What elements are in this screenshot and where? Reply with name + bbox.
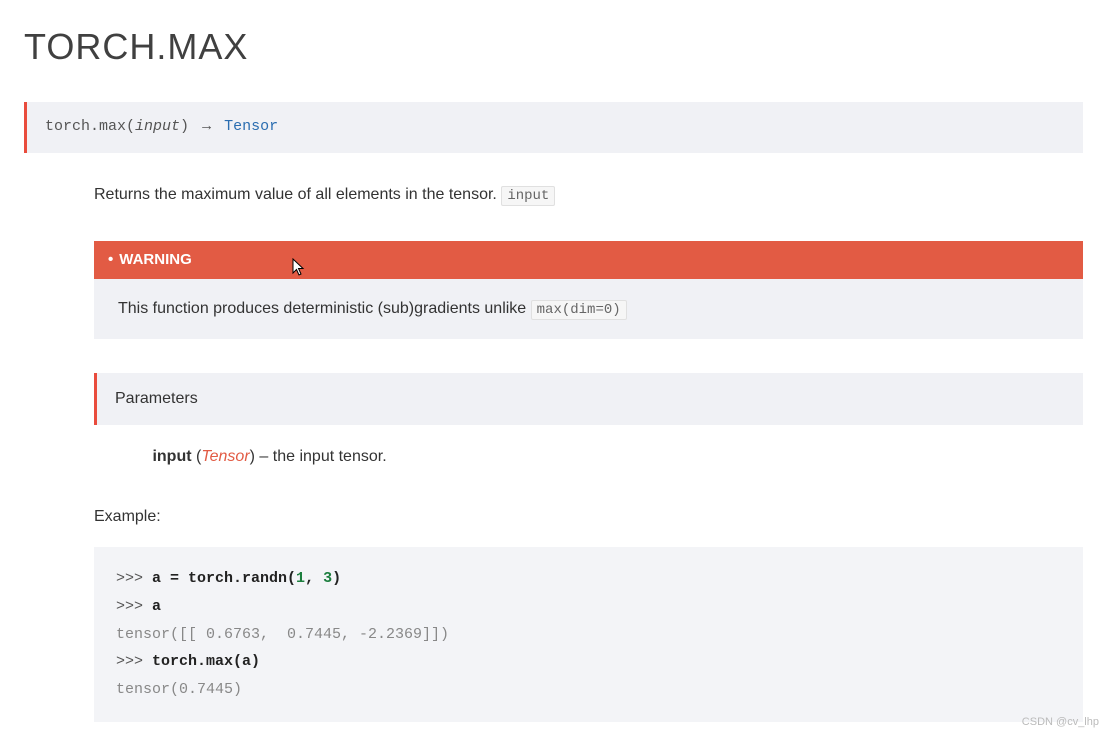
code-output: tensor([[ 0.6763, 0.7445, -2.2369]]) <box>116 626 449 643</box>
sig-func-name: torch.max <box>45 118 126 135</box>
code-prompt: >>> <box>116 598 152 615</box>
param-desc: – the input tensor. <box>255 448 387 465</box>
function-signature: torch.max(input) → Tensor <box>24 102 1083 153</box>
parameters-heading-box: Parameters <box>94 373 1083 425</box>
warning-text: This function produces deterministic (su… <box>118 300 531 317</box>
return-type-link[interactable]: Tensor <box>224 118 278 135</box>
sig-param: input <box>135 118 180 135</box>
code-text: a <box>152 598 161 615</box>
warning-inline-code: max(dim=0) <box>531 300 627 320</box>
description: Returns the maximum value of all element… <box>94 183 1083 207</box>
warning-label: WARNING <box>119 251 192 268</box>
code-text: , <box>305 570 323 587</box>
page-title: TORCH.MAX <box>24 20 1083 74</box>
sig-arrow: → <box>202 118 211 135</box>
sig-open: ( <box>126 118 135 135</box>
sig-close: ) <box>180 118 189 135</box>
code-prompt: >>> <box>116 653 152 670</box>
code-text: torch.max(a) <box>152 653 260 670</box>
code-number: 1 <box>296 570 305 587</box>
watermark: CSDN @cv_lhp <box>1022 714 1099 731</box>
code-text: ) <box>332 570 341 587</box>
code-number: 3 <box>323 570 332 587</box>
param-type-link[interactable]: Tensor <box>201 448 249 465</box>
example-label: Example: <box>94 505 1083 529</box>
example-code-block: >>> a = torch.randn(1, 3) >>> a tensor([… <box>94 547 1083 722</box>
warning-body: This function produces deterministic (su… <box>94 279 1083 339</box>
warning-header: • WARNING <box>94 241 1083 280</box>
warning-box: • WARNING This function produces determin… <box>94 241 1083 340</box>
code-text: a = torch.randn( <box>152 570 296 587</box>
desc-inline-code: input <box>501 186 555 206</box>
param-name: input <box>152 448 191 465</box>
code-prompt: >>> <box>116 570 152 587</box>
parameters-heading: Parameters <box>115 390 198 407</box>
code-output: tensor(0.7445) <box>116 681 242 698</box>
parameter-row: input (Tensor) – the input tensor. <box>94 445 1083 469</box>
bullet-icon: • <box>108 251 113 268</box>
